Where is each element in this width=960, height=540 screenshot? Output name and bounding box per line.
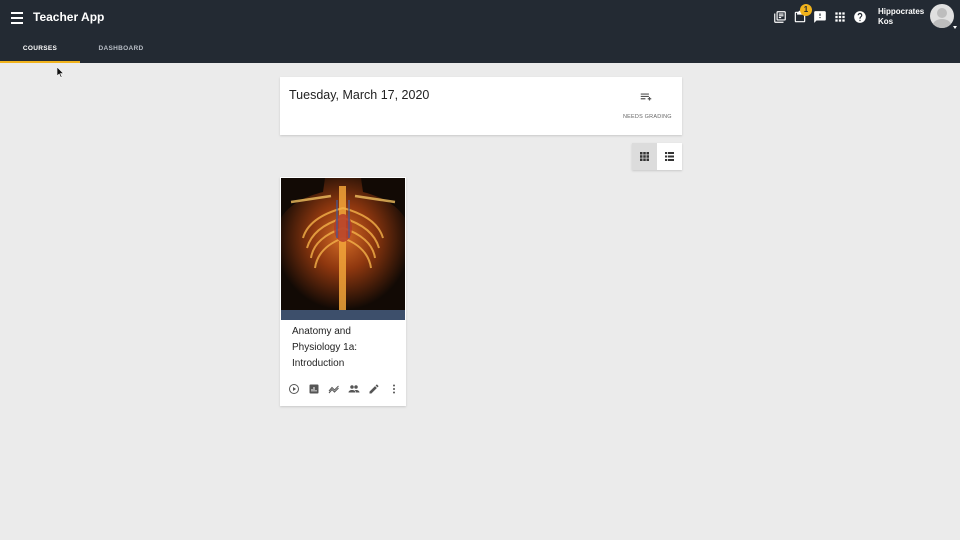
edit-icon[interactable] xyxy=(368,383,380,395)
library-books-icon[interactable] xyxy=(773,10,787,24)
hamburger-menu-icon[interactable] xyxy=(11,10,25,24)
list-view-button[interactable] xyxy=(657,143,682,170)
date-card: Tuesday, March 17, 2020 NEEDS GRADING xyxy=(280,77,682,135)
needs-grading-icon[interactable] xyxy=(639,90,653,104)
grid-view-icon xyxy=(640,152,649,161)
more-icon[interactable] xyxy=(388,383,400,395)
progress-icon[interactable] xyxy=(328,383,340,395)
course-title[interactable]: Anatomy and Physiology 1a: Introduction xyxy=(292,324,397,372)
course-card[interactable]: Anatomy and Physiology 1a: Introduction xyxy=(280,177,406,406)
needs-grading-label[interactable]: NEEDS GRADING xyxy=(623,114,672,120)
course-actions xyxy=(288,383,400,397)
help-icon[interactable] xyxy=(853,10,867,24)
gradebook-icon[interactable] xyxy=(308,383,320,395)
notification-badge: 1 xyxy=(800,4,812,16)
grid-view-button[interactable] xyxy=(632,143,657,170)
feedback-icon[interactable] xyxy=(813,10,827,24)
app-title: Teacher App xyxy=(33,10,105,24)
user-avatar[interactable] xyxy=(930,4,954,28)
play-icon[interactable] xyxy=(288,383,300,395)
top-app-bar: Teacher App 1 Hippocrates Kos COURSES DA… xyxy=(0,0,960,63)
view-toggle xyxy=(632,143,682,170)
students-icon[interactable] xyxy=(348,383,360,395)
list-view-icon xyxy=(665,152,674,161)
apps-grid-icon[interactable] xyxy=(833,10,847,24)
course-cover-image[interactable] xyxy=(281,178,405,310)
current-date: Tuesday, March 17, 2020 xyxy=(289,88,430,102)
user-name[interactable]: Hippocrates Kos xyxy=(878,7,928,27)
account-menu-caret-icon[interactable] xyxy=(953,26,957,29)
course-color-strip xyxy=(281,310,405,320)
mouse-cursor-icon xyxy=(57,67,65,78)
tab-courses[interactable]: COURSES xyxy=(0,36,80,63)
tab-dashboard[interactable]: DASHBOARD xyxy=(80,36,162,63)
